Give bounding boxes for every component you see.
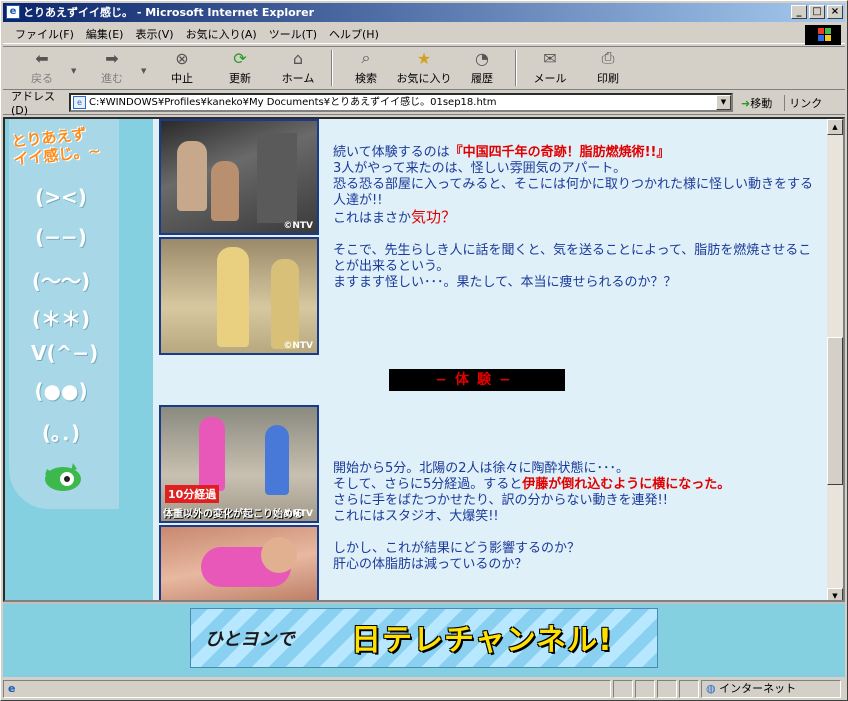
experiment-result-text: 開始から5分。北陽の2人は徐々に陶酔状態に･･･。 そして、さらに5分経過。する… (333, 461, 731, 572)
go-arrow-icon: ➜ (741, 96, 751, 110)
status-cell (635, 680, 655, 698)
forward-arrow-icon: ➡ (105, 48, 119, 68)
toolbar-separator (331, 50, 333, 86)
refresh-icon: ⟳ (233, 48, 247, 68)
status-cell (613, 680, 633, 698)
menu-favorites[interactable]: お気に入り(A) (186, 26, 257, 42)
favorites-icon: ★ (416, 48, 432, 68)
menu-view[interactable]: 表示(V) (135, 26, 173, 42)
highlight-title: 『中国四千年の奇跡！脂肪燃焼術!!』 (449, 145, 670, 160)
go-button[interactable]: ➜移動 (741, 95, 772, 111)
banner-tagline: ひとヨンで (205, 629, 295, 650)
sidebar-item-emote-2[interactable]: (−−) (31, 225, 91, 249)
back-button[interactable]: ⬅ 戻る (13, 47, 71, 89)
mascot-icon[interactable] (39, 457, 85, 493)
forward-button[interactable]: ➡ 進む (83, 47, 141, 89)
sidebar-item-emote-5[interactable]: V(^−) (31, 341, 98, 365)
main-content: ©NTV ©NTV 続いて体験するのは『中国四千年の奇跡！脂肪燃焼術!!』 3人… (153, 119, 843, 600)
security-zone: ◍ インターネット (701, 680, 841, 698)
stop-button[interactable]: ⊗ 中止 (153, 47, 211, 89)
photo-ten-minutes: 10分経過 体重以外の変化が起こり始める ©NTV (159, 405, 319, 523)
status-bar: e ◍ インターネット (3, 679, 845, 699)
ntv-channel-banner[interactable]: ひとヨンで 日テレチャンネル! (190, 608, 658, 668)
address-dropdown-icon[interactable]: ▼ (716, 95, 731, 110)
status-cell (657, 680, 677, 698)
sidebar-item-emote-3[interactable]: (〜〜) (31, 265, 91, 294)
sidebar-item-emote-4[interactable]: (＊＊) (31, 303, 91, 332)
globe-icon: ◍ (706, 682, 716, 695)
print-button[interactable]: ⎙ 印刷 (579, 47, 637, 89)
scroll-thumb[interactable] (827, 337, 843, 485)
address-input[interactable]: e C:¥WINDOWS¥Profiles¥kaneko¥My Document… (69, 93, 733, 112)
photo-apartment: ©NTV (159, 119, 319, 235)
page-icon: e (73, 96, 86, 109)
menu-tools[interactable]: ツール(T) (269, 26, 317, 42)
scroll-down-button[interactable]: ▼ (827, 588, 843, 600)
page-status-icon: e (8, 682, 16, 695)
highlight-ito: 伊藤が倒れ込むように横になった。 (522, 477, 731, 492)
address-bar: アドレス(D) e C:¥WINDOWS¥Profiles¥kaneko¥My … (3, 90, 845, 117)
refresh-button[interactable]: ⟳ 更新 (211, 47, 269, 89)
print-icon: ⎙ (601, 48, 615, 67)
vertical-scrollbar[interactable]: ▲ ▼ (827, 119, 843, 600)
back-arrow-icon: ⬅ (35, 48, 49, 68)
title-bar[interactable]: e とりあえずイイ感じ。 - Microsoft Internet Explor… (3, 3, 845, 22)
sidebar-item-emote-7[interactable]: (。．) (31, 417, 91, 446)
experiment-intro-text: 続いて体験するのは『中国四千年の奇跡！脂肪燃焼術!!』 3人がやって来たのは、怪… (333, 145, 813, 290)
status-cell (679, 680, 699, 698)
forward-dropdown-icon[interactable]: ▼ (141, 67, 153, 75)
status-text-cell: e (3, 680, 611, 698)
browser-window: e とりあえずイイ感じ。 - Microsoft Internet Explor… (0, 0, 848, 701)
address-value: C:¥WINDOWS¥Profiles¥kaneko¥My Documents¥… (89, 97, 497, 108)
history-icon: ◔ (475, 48, 489, 68)
search-icon: ⌕ (361, 48, 371, 67)
home-button[interactable]: ⌂ ホーム (269, 47, 327, 89)
menu-file[interactable]: ファイル(F) (15, 26, 74, 42)
mail-icon: ✉ (543, 48, 557, 68)
links-button[interactable]: リンク (784, 94, 822, 111)
stop-icon: ⊗ (175, 48, 189, 68)
page-viewport: とりあえず イイ感じ。~ (><) (−−) (〜〜) (＊＊) V(^−) (… (3, 117, 845, 602)
sidebar-item-emote-6[interactable]: (●●) (31, 379, 91, 403)
search-button[interactable]: ⌕ 検索 (337, 47, 395, 89)
favorites-button[interactable]: ★ お気に入り (395, 47, 453, 89)
toolbar-separator (515, 50, 517, 86)
sidebar-item-emote-1[interactable]: (><) (31, 185, 91, 209)
minimize-button[interactable]: _ (791, 5, 807, 19)
ie-icon: e (6, 5, 20, 19)
banner-frame: ひとヨンで 日テレチャンネル! (3, 602, 845, 677)
close-button[interactable]: × (827, 5, 843, 19)
sidebar-nav: とりあえず イイ感じ。~ (><) (−−) (〜〜) (＊＊) V(^−) (… (9, 119, 119, 509)
scroll-up-button[interactable]: ▲ (827, 119, 843, 135)
maximize-button[interactable]: □ (809, 5, 825, 19)
menu-bar: ファイル(F) 編集(E) 表示(V) お気に入り(A) ツール(T) ヘルプ(… (3, 24, 845, 44)
mail-button[interactable]: ✉ メール (521, 47, 579, 89)
highlight-kikou: 気功？ (411, 208, 457, 226)
photo-caption: 体重以外の変化が起こり始める (163, 509, 303, 520)
menu-edit[interactable]: 編集(E) (86, 26, 124, 42)
address-label: アドレス(D) (11, 90, 55, 117)
menu-help[interactable]: ヘルプ(H) (329, 26, 379, 42)
photo-qigong: ©NTV (159, 237, 319, 355)
home-icon: ⌂ (292, 48, 304, 68)
standard-toolbar: ⬅ 戻る ▼ ➡ 進む ▼ ⊗ 中止 ⟳ 更新 ⌂ ホーム ⌕ 検索 ★ お気に… (3, 46, 845, 90)
history-button[interactable]: ◔ 履歴 (453, 47, 511, 89)
window-title: とりあえずイイ感じ。 - Microsoft Internet Explorer (23, 6, 314, 19)
banner-title: 日テレチャンネル! (351, 623, 613, 658)
section-heading: −体験− (389, 369, 565, 391)
site-logo[interactable]: とりあえず イイ感じ。~ (11, 121, 125, 180)
back-dropdown-icon[interactable]: ▼ (71, 67, 83, 75)
time-badge: 10分経過 (165, 485, 220, 503)
photo-lying-down (159, 525, 319, 600)
windows-logo-icon (805, 25, 841, 45)
